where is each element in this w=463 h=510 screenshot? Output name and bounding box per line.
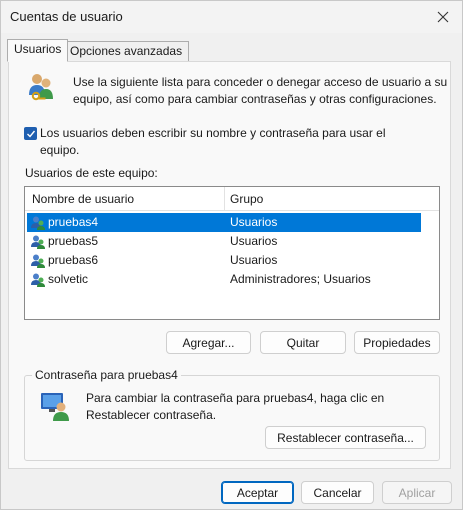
apply-button[interactable]: Aplicar: [382, 481, 452, 504]
ok-button[interactable]: Aceptar: [221, 481, 294, 504]
properties-button[interactable]: Propiedades: [354, 331, 440, 354]
users-list-label: Usuarios de este equipo:: [25, 166, 158, 180]
close-icon: [437, 11, 449, 23]
user-row-pruebas4[interactable]: pruebas4 Usuarios: [27, 213, 421, 232]
user-group: Usuarios: [230, 253, 278, 267]
password-group-title: Contraseña para pruebas4: [32, 368, 181, 382]
user-group: Usuarios: [230, 234, 278, 248]
users-list-header: Nombre de usuario Grupo: [25, 187, 439, 211]
user-name: pruebas6: [48, 253, 99, 267]
user-icon: [31, 254, 45, 268]
user-group: Administradores; Usuarios: [230, 272, 371, 286]
title-bar: Cuentas de usuario: [1, 1, 462, 33]
password-help-text: Para cambiar la contraseña para pruebas4…: [86, 391, 385, 422]
user-group: Usuarios: [230, 215, 278, 229]
user-accounts-window: Cuentas de usuario Usuarios Opciones ava…: [0, 0, 463, 510]
column-header-group[interactable]: Grupo: [230, 192, 263, 206]
require-login-checkbox[interactable]: [24, 127, 37, 140]
user-name: solvetic: [48, 272, 89, 286]
checkbox-checked-icon: [26, 130, 35, 138]
require-login-label[interactable]: Los usuarios deben escribir su nombre y …: [40, 125, 400, 159]
column-divider[interactable]: [224, 187, 225, 211]
user-name: pruebas5: [48, 234, 99, 248]
add-user-button[interactable]: Agregar...: [166, 331, 251, 354]
user-row-pruebas6[interactable]: pruebas6 Usuarios: [27, 251, 421, 270]
users-list[interactable]: Nombre de usuario Grupo pruebas4 Usuario…: [24, 186, 440, 320]
user-name: pruebas4: [48, 215, 99, 229]
tab-users[interactable]: Usuarios: [7, 39, 69, 62]
user-icon: [31, 273, 45, 287]
remove-user-button[interactable]: Quitar: [260, 331, 346, 354]
tab-advanced-options[interactable]: Opciones avanzadas: [63, 41, 190, 61]
window-title: Cuentas de usuario: [10, 9, 123, 24]
column-header-username[interactable]: Nombre de usuario: [32, 192, 134, 206]
reset-password-button[interactable]: Restablecer contraseña...: [265, 426, 426, 449]
users-icon: [29, 74, 53, 101]
tab-panel-users: Use la siguiente lista para conceder o d…: [8, 61, 451, 469]
user-icon: [31, 235, 45, 249]
user-icon: [31, 216, 45, 230]
intro-text: Use la siguiente lista para conceder o d…: [73, 75, 448, 106]
password-icon: [41, 393, 69, 421]
user-row-solvetic[interactable]: solvetic Administradores; Usuarios: [27, 270, 421, 289]
close-button[interactable]: [428, 3, 458, 31]
user-row-pruebas5[interactable]: pruebas5 Usuarios: [27, 232, 421, 251]
cancel-button[interactable]: Cancelar: [301, 481, 374, 504]
